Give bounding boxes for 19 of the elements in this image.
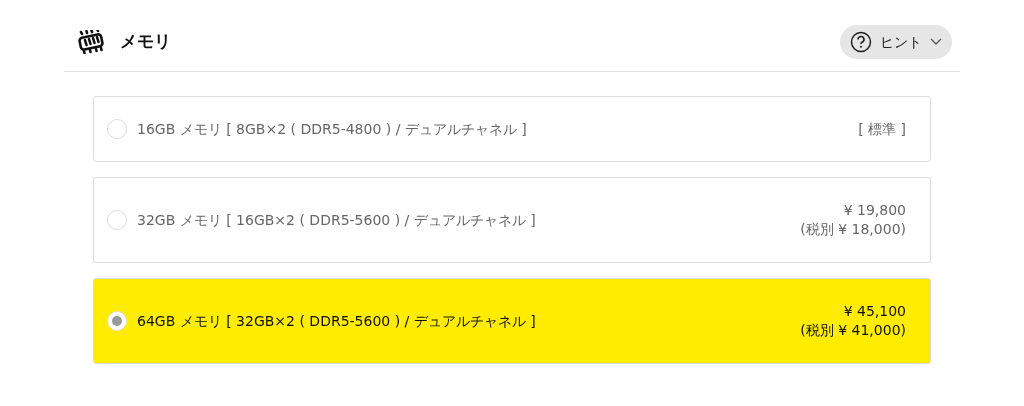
memory-option[interactable]: 32GB メモリ [ 16GB×2 ( DDR5-5600 ) / デュアルチャネル ] ¥ 19,800 (税別 ¥ 18,000) <box>93 177 931 263</box>
memory-option[interactable]: 64GB メモリ [ 32GB×2 ( DDR5-5600 ) / デュアルチャネル ] ¥ 45,100 (税別 ¥ 41,000) <box>93 278 931 364</box>
price-text: (税別 ¥ 41,000) <box>800 321 906 340</box>
hint-button[interactable]: ヒント <box>840 25 952 59</box>
price-text: ¥ 45,100 <box>843 302 906 321</box>
section-title: メモリ <box>120 30 171 54</box>
price-text: ¥ 19,800 <box>843 201 906 220</box>
option-label: 64GB メモリ [ 32GB×2 ( DDR5-5600 ) / デュアルチャネル ] <box>137 311 536 331</box>
radio-button[interactable] <box>107 119 127 139</box>
radio-button[interactable] <box>107 210 127 230</box>
option-label: 16GB メモリ [ 8GB×2 ( DDR5-4800 ) / デュアルチャネル ] <box>137 119 527 139</box>
help-icon <box>850 31 872 53</box>
price-text: [ 標準 ] <box>858 119 906 139</box>
memory-chip-icon <box>76 30 106 54</box>
price-text: (税別 ¥ 18,000) <box>800 220 906 239</box>
radio-button[interactable] <box>107 311 127 331</box>
chevron-down-icon <box>930 38 942 46</box>
option-label: 32GB メモリ [ 16GB×2 ( DDR5-5600 ) / デュアルチャネル ] <box>137 210 536 230</box>
memory-option[interactable]: 16GB メモリ [ 8GB×2 ( DDR5-4800 ) / デュアルチャネル ] [ 標準 ] <box>93 96 931 162</box>
